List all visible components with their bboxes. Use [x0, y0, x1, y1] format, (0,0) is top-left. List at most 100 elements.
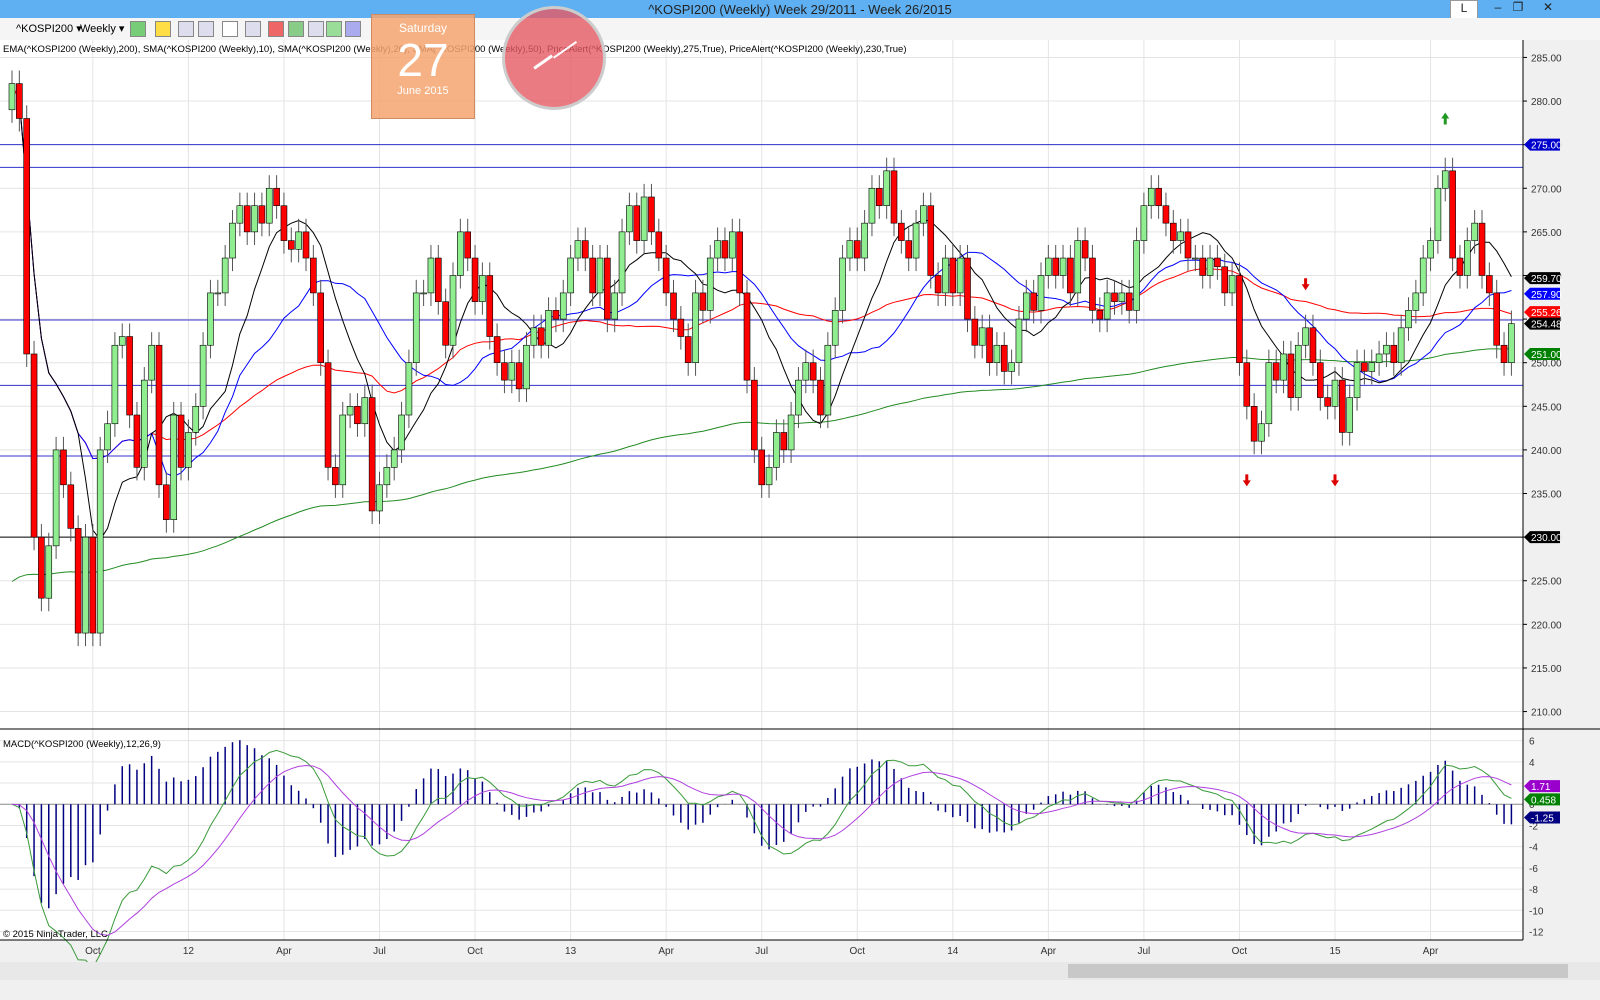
macd-tick-label: 6	[1529, 737, 1535, 748]
candle	[258, 205, 266, 224]
candle	[971, 318, 979, 346]
candle	[736, 231, 743, 294]
candle	[743, 292, 751, 381]
x-tick-label: 15	[1329, 946, 1341, 957]
price-marker: 259.70	[1531, 274, 1562, 285]
candle	[751, 379, 758, 451]
candle	[934, 275, 942, 294]
candle	[405, 362, 413, 416]
x-tick-label: Jul	[755, 946, 768, 957]
cursor-icon[interactable]	[222, 21, 238, 37]
candle	[295, 231, 302, 250]
data-box-icon[interactable]	[245, 21, 261, 37]
indicators-icon[interactable]	[288, 21, 304, 37]
close-button[interactable]: ✕	[1535, 0, 1561, 17]
horizontal-scrollbar[interactable]	[0, 962, 1600, 980]
restore-button[interactable]: ❐	[1505, 0, 1531, 17]
candle	[442, 301, 449, 346]
link-button[interactable]: L	[1450, 0, 1478, 19]
candle	[1008, 362, 1015, 372]
chart-style-icon[interactable]	[130, 21, 146, 37]
candle	[339, 414, 347, 486]
candle	[692, 292, 699, 363]
candle	[501, 362, 508, 381]
candle	[1022, 292, 1030, 320]
candle	[1419, 257, 1427, 294]
candle	[155, 344, 163, 486]
candle	[1170, 222, 1177, 241]
candle	[287, 240, 295, 250]
candle	[670, 292, 677, 320]
candle	[317, 292, 325, 363]
macd-tick-label: -4	[1529, 843, 1538, 854]
candle	[1412, 292, 1420, 311]
price-marker: 255.26	[1531, 308, 1562, 319]
candle	[765, 467, 773, 486]
candle	[60, 449, 67, 486]
candle	[1309, 327, 1317, 363]
chart-canvas[interactable]: 210.00 215.00 220.00 225.00 230.00 235.00 240.…	[0, 40, 1600, 962]
candle	[1258, 423, 1265, 442]
x-tick-label: Jul	[373, 946, 386, 957]
pencil-icon[interactable]	[155, 21, 171, 37]
instrument-select[interactable]: ^KOSPI200 ▾	[16, 22, 82, 35]
candle	[1103, 292, 1111, 320]
x-tick-label: 12	[183, 946, 195, 957]
price-tick-label: 215.00	[1531, 664, 1562, 675]
candle	[354, 406, 361, 425]
zoom-in-icon[interactable]	[178, 21, 194, 37]
candle	[1508, 323, 1515, 363]
candle	[773, 432, 780, 468]
candle	[126, 336, 133, 416]
properties-icon[interactable]	[345, 21, 361, 37]
scrollbar-thumb[interactable]	[1068, 964, 1568, 978]
candle	[427, 257, 435, 294]
zoom-out-icon[interactable]	[198, 21, 214, 37]
candle	[1118, 292, 1126, 302]
candle	[706, 257, 714, 311]
x-tick-label: Oct	[1232, 946, 1248, 957]
candle	[30, 353, 38, 538]
candle	[956, 257, 964, 294]
candle	[1434, 187, 1442, 241]
macd-legend: MACD(^KOSPI200 (Weekly),12,26,9)	[3, 739, 161, 750]
candle	[530, 327, 538, 346]
clock-widget	[502, 6, 606, 110]
candle	[1184, 231, 1192, 259]
candle	[523, 344, 530, 390]
interval-select[interactable]: Weekly ▾	[80, 22, 124, 35]
candle	[1441, 170, 1449, 189]
candle	[1449, 170, 1456, 259]
candle	[993, 344, 1001, 363]
candle	[16, 83, 23, 119]
candle	[1059, 257, 1067, 276]
candle	[1265, 362, 1273, 425]
candle	[978, 327, 986, 346]
price-tick-label: 280.00	[1531, 97, 1562, 108]
chart-icon[interactable]	[308, 21, 324, 37]
price-marker: 275.00	[1531, 141, 1562, 152]
candle	[633, 205, 641, 241]
candle	[1361, 362, 1368, 372]
x-tick-label: Apr	[658, 946, 674, 957]
candle	[1302, 327, 1309, 346]
candle	[1280, 353, 1287, 381]
candle	[699, 292, 707, 311]
candle	[1368, 362, 1376, 372]
candle	[1192, 257, 1199, 260]
candle	[1500, 344, 1508, 363]
calendar-day: 27	[397, 34, 449, 86]
price-tick-label: 285.00	[1531, 53, 1562, 64]
macd-marker: -1.25	[1531, 814, 1554, 825]
candle	[604, 257, 611, 320]
dollar-icon[interactable]	[326, 21, 342, 37]
strategies-icon[interactable]	[268, 21, 284, 37]
x-tick-label: Apr	[1041, 946, 1057, 957]
candle	[1221, 266, 1229, 294]
candle	[567, 257, 574, 294]
candle	[839, 257, 846, 311]
candle	[1045, 257, 1052, 276]
candle	[1147, 187, 1155, 207]
candle	[1339, 379, 1346, 433]
candle	[920, 205, 927, 224]
